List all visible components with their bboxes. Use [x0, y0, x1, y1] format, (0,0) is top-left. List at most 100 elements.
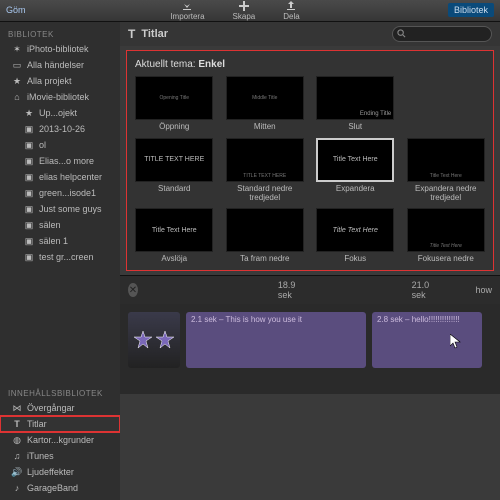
library-section-header: BIBLIOTEK: [0, 26, 120, 41]
library-button[interactable]: Bibliotek: [448, 3, 494, 17]
time-marker: 18.9 sek: [278, 280, 302, 300]
thumb-caption: Ta fram nedre: [240, 255, 289, 264]
sidebar-item-garageband[interactable]: ♪ GarageBand: [0, 480, 120, 496]
title-preset-reveal[interactable]: Title Text HereAvslöja: [133, 208, 216, 264]
sidebar-label: iMovie-bibliotek: [27, 92, 89, 102]
search-field[interactable]: [392, 26, 492, 42]
sidebar-item-itunes[interactable]: ♫ iTunes: [0, 448, 120, 464]
sidebar-item-transitions[interactable]: ⋈Övergångar: [0, 400, 120, 416]
video-clip-2[interactable]: 2.8 sek – hello!!!!!!!!!!!!!!: [372, 312, 482, 368]
title-preset-standard[interactable]: TITLE TEXT HEREStandard: [133, 138, 216, 203]
sidebar-item-elias[interactable]: ▣ Elias...o more: [0, 153, 120, 169]
sidebar-label: Kartor...kgrunder: [27, 435, 94, 445]
share-label: Dela: [283, 12, 299, 21]
transition-clip[interactable]: [128, 312, 180, 368]
sidebar-item-guys[interactable]: ▣ Just some guys: [0, 201, 120, 217]
sidebar-label: Just some guys: [39, 204, 102, 214]
sidebar-item-imovie-lib[interactable]: ⌂ iMovie-bibliotek: [0, 89, 120, 105]
sidebar-item-ol[interactable]: ▣ ol: [0, 137, 120, 153]
thumb-text: Title Text Here: [430, 173, 462, 179]
sidebar-label: sälen: [39, 220, 61, 230]
title-preset-focus[interactable]: Title Text HereFokus: [314, 208, 397, 264]
title-preset-reveal-lower[interactable]: Ta fram nedre: [224, 208, 307, 264]
star-icon: [133, 330, 153, 350]
sidebar-item-titles[interactable]: T Titlar: [0, 416, 120, 432]
timeline[interactable]: 2.1 sek – This is how you use it 2.8 sek…: [120, 304, 500, 394]
sidebar-label: Elias...o more: [39, 156, 94, 166]
title-preset-focus-lower[interactable]: Title Text HereFokusera nedre: [405, 208, 488, 264]
star-icon: ✶: [12, 44, 22, 54]
share-button[interactable]: Dela: [283, 1, 299, 21]
sidebar: BIBLIOTEK ✶ iPhoto-bibliotek ▭Alla händel…: [0, 22, 120, 500]
title-preset-opening[interactable]: Opening TitleÖppning: [133, 76, 216, 132]
timeline-header: ✕ 18.9 sek 21.0 sek how: [120, 275, 500, 304]
thumb-text: Title Text Here: [430, 243, 462, 249]
sidebar-item-date[interactable]: ▣2013-10-26: [0, 121, 120, 137]
sidebar-label: ol: [39, 140, 46, 150]
sidebar-item-maps[interactable]: ◍ Kartor...kgrunder: [0, 432, 120, 448]
folder-icon: ▣: [24, 188, 34, 198]
music-icon: ♫: [12, 451, 22, 461]
import-button[interactable]: Importera: [170, 1, 204, 21]
sidebar-item-green[interactable]: ▣ green...isode1: [0, 185, 120, 201]
globe-icon: ◍: [12, 435, 22, 445]
hide-button[interactable]: Göm: [6, 5, 26, 15]
folder-icon: ▣: [24, 140, 34, 150]
folder-icon: ▣: [24, 252, 34, 262]
thumb-text: Ending Title: [360, 111, 391, 117]
sidebar-label: Up...ojekt: [39, 108, 77, 118]
folder-icon: ▣: [24, 156, 34, 166]
sidebar-item-helpcenter[interactable]: ▣elias helpcenter: [0, 169, 120, 185]
share-icon: [286, 1, 296, 11]
thumb-caption: Standard nedre tredjedel: [226, 185, 304, 203]
sidebar-item-salen1[interactable]: ▣sälen 1: [0, 233, 120, 249]
title-preset-end[interactable]: Ending Title Slut: [314, 76, 397, 132]
content-area: T Titlar Aktuellt tema: Enkel Opening Ti…: [120, 22, 500, 500]
thumb-caption: Avslöja: [161, 255, 187, 264]
title-preset-middle[interactable]: Middle TitleMitten: [224, 76, 307, 132]
plus-icon: [239, 1, 249, 11]
house-icon: ⌂: [12, 92, 22, 102]
search-input[interactable]: [392, 26, 492, 42]
sidebar-item-projects[interactable]: ★Alla projekt: [0, 73, 120, 89]
title-preset-expand-lower[interactable]: Title Text HereExpandera nedre tredjedel: [405, 138, 488, 203]
folder-icon: ▣: [24, 236, 34, 246]
thumb-text: Title Text Here: [333, 227, 378, 234]
sidebar-label: iPhoto-bibliotek: [27, 44, 89, 54]
sidebar-item-soundfx[interactable]: 🔊Ljudeffekter: [0, 464, 120, 480]
sidebar-item-events[interactable]: ▭Alla händelser: [0, 57, 120, 73]
sidebar-item-salen[interactable]: ▣ sälen: [0, 217, 120, 233]
sidebar-label: test gr...creen: [39, 252, 94, 262]
guitar-icon: ♪: [12, 483, 22, 493]
title-preset-standard-lower[interactable]: TITLE TEXT HEREStandard nedre tredjedel: [224, 138, 307, 203]
clip-label: 2.1 sek – This is how you use it: [191, 315, 302, 324]
sidebar-label: Titlar: [27, 419, 47, 429]
folder-icon: ▣: [24, 172, 34, 182]
cursor-icon: [450, 334, 462, 350]
how-label: how: [476, 285, 493, 295]
thumb-text: TITLE TEXT HERE: [144, 156, 204, 163]
thumb-caption: Slut: [348, 123, 362, 132]
titles-grid-panel: Aktuellt tema: Enkel Opening TitleÖppnin…: [126, 50, 494, 271]
sidebar-label: GarageBand: [27, 483, 78, 493]
sidebar-item-testgr[interactable]: ▣ test gr...creen: [0, 249, 120, 265]
theme-label: Aktuellt tema: Enkel: [135, 59, 487, 70]
download-icon: [182, 1, 192, 11]
sidebar-label: green...isode1: [39, 188, 96, 198]
star-icon: [155, 330, 175, 350]
panel-title: Titlar: [141, 28, 168, 40]
speaker-icon: 🔊: [12, 467, 22, 477]
sidebar-item-project[interactable]: ★Up...ojekt: [0, 105, 120, 121]
video-clip-1[interactable]: 2.1 sek – This is how you use it: [186, 312, 366, 368]
import-label: Importera: [170, 12, 204, 21]
folder-icon: ▣: [24, 204, 34, 214]
create-button[interactable]: Skapa: [233, 1, 256, 21]
search-icon: [397, 29, 406, 41]
sidebar-item-iphoto[interactable]: ✶ iPhoto-bibliotek: [0, 41, 120, 57]
sidebar-label: Övergångar: [27, 403, 75, 413]
folder-icon: ▣: [24, 220, 34, 230]
title-preset-expand[interactable]: Title Text HereExpandera: [314, 138, 397, 203]
sidebar-label: iTunes: [27, 451, 54, 461]
close-icon[interactable]: ✕: [128, 283, 138, 297]
text-icon: T: [12, 419, 22, 429]
